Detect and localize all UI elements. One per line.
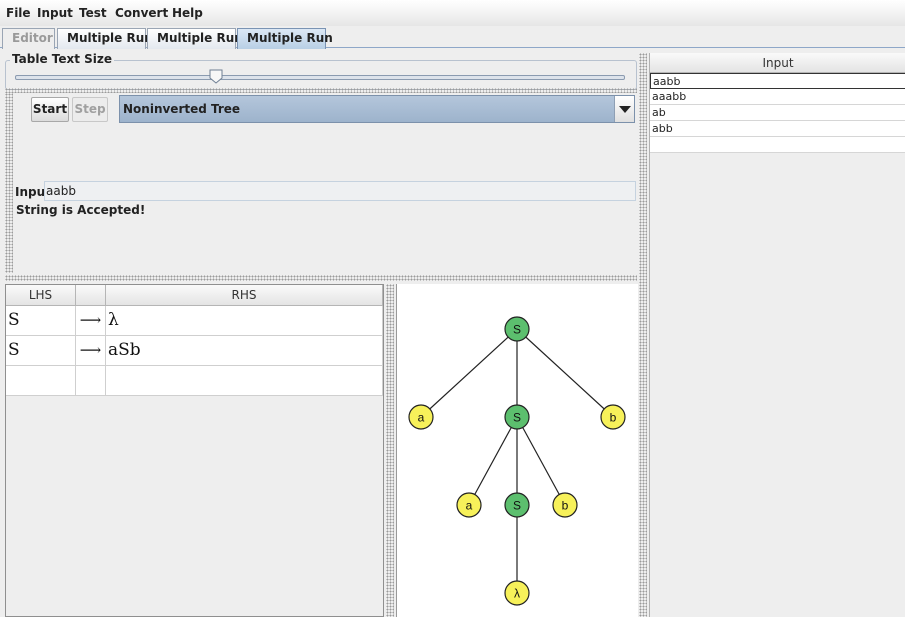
- tree-node-lambda: λ: [504, 580, 530, 606]
- grammar-row-1-lhs[interactable]: S: [6, 306, 76, 336]
- grammar-row-2-lhs[interactable]: S: [6, 336, 76, 366]
- svg-text:S: S: [513, 411, 521, 425]
- grammar-row-2-arrow: ⟶: [76, 336, 106, 366]
- svg-text:S: S: [513, 323, 521, 337]
- grammar-row-3-arrow: [76, 366, 106, 396]
- grammar-row-1-rhs[interactable]: λ: [106, 306, 383, 336]
- tree-edge: [516, 328, 614, 418]
- tree-node-variable: S: [504, 492, 530, 518]
- start-button[interactable]: Start: [31, 97, 69, 122]
- table-text-size-panel: Table Text Size: [5, 52, 637, 90]
- parse-tree-canvas: S a S b a S b λ: [408, 316, 626, 606]
- grammar-header-arrow[interactable]: [76, 285, 106, 306]
- splitter-grammar-tree[interactable]: [386, 284, 394, 617]
- table-text-size-title: Table Text Size: [10, 52, 115, 66]
- grammar-header-lhs[interactable]: LHS: [6, 285, 76, 306]
- svg-text:S: S: [513, 499, 521, 513]
- tree-edge: [420, 328, 518, 418]
- grammar-row-1-arrow: ⟶: [76, 306, 106, 336]
- menu-file[interactable]: File: [6, 6, 31, 20]
- svg-text:a: a: [418, 411, 425, 425]
- tree-node-variable: S: [504, 404, 530, 430]
- tree-node-terminal: a: [456, 492, 482, 518]
- input-list-row[interactable]: aabb: [650, 73, 905, 89]
- input-list-row[interactable]: ab: [650, 105, 905, 121]
- text-size-slider-thumb[interactable]: [209, 69, 223, 84]
- menu-bar: File Input Test Convert Help: [0, 0, 905, 26]
- simulation-controls-panel: Start Step Noninverted Tree Input aabb S…: [5, 93, 637, 273]
- splitter-right[interactable]: [639, 53, 647, 617]
- menu-input[interactable]: Input: [37, 6, 73, 20]
- menu-convert[interactable]: Convert: [115, 6, 168, 20]
- tab-multiple-run-3[interactable]: Multiple Run: [237, 28, 333, 49]
- tree-edge: [468, 416, 518, 506]
- tree-edge: [516, 416, 566, 506]
- input-list-row[interactable]: aaabb: [650, 89, 905, 105]
- splitter-middle[interactable]: [5, 275, 637, 281]
- tab-bar: Editor Multiple Run Multiple Run Multipl…: [0, 26, 905, 49]
- tree-node-terminal: b: [600, 404, 626, 430]
- tab-multiple-run-2[interactable]: Multiple Run: [147, 28, 243, 49]
- grammar-row-3-lhs[interactable]: [6, 366, 76, 396]
- input-list-row[interactable]: abb: [650, 121, 905, 137]
- tree-node-terminal: b: [552, 492, 578, 518]
- input-list-row[interactable]: [650, 137, 905, 153]
- input-field[interactable]: aabb: [44, 181, 636, 201]
- svg-text:b: b: [610, 411, 617, 425]
- status-message: String is Accepted!: [16, 203, 146, 217]
- parse-tree-panel: S a S b a S b λ: [396, 284, 638, 617]
- grammar-header-rhs[interactable]: RHS: [106, 285, 383, 306]
- tree-node-terminal: a: [408, 404, 434, 430]
- view-mode-value: Noninverted Tree: [123, 102, 241, 116]
- chevron-down-icon[interactable]: [614, 96, 634, 122]
- grammar-row-2-rhs[interactable]: aSb: [106, 336, 383, 366]
- menu-help[interactable]: Help: [172, 6, 203, 20]
- grammar-row-3-rhs[interactable]: [106, 366, 383, 396]
- grammar-table: LHS RHS S ⟶ λ S ⟶ aSb: [5, 284, 384, 617]
- text-size-slider-track[interactable]: [15, 75, 625, 80]
- tree-node-root: S: [504, 316, 530, 342]
- tab-multiple-run-1[interactable]: Multiple Run: [57, 28, 153, 49]
- toolbar-grip[interactable]: [5, 93, 13, 273]
- svg-text:b: b: [562, 499, 569, 513]
- svg-text:a: a: [466, 499, 473, 513]
- svg-text:λ: λ: [514, 587, 520, 601]
- view-mode-dropdown[interactable]: Noninverted Tree: [119, 95, 635, 123]
- multiple-input-table: Input aabb aaabb ab abb: [649, 53, 905, 617]
- step-button[interactable]: Step: [72, 97, 108, 122]
- tab-editor[interactable]: Editor: [2, 28, 55, 49]
- input-list-header[interactable]: Input: [650, 53, 905, 73]
- menu-test[interactable]: Test: [79, 6, 107, 20]
